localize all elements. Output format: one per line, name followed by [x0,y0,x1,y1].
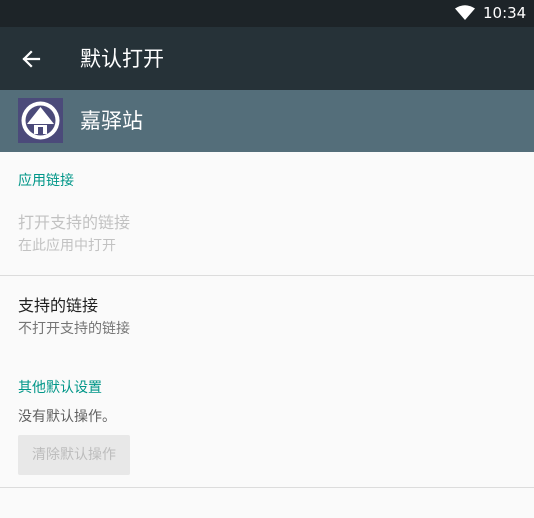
supported-links-summary: 不打开支持的链接 [18,321,130,337]
divider [0,275,534,276]
app-logo-icon [18,98,63,143]
arrow-left-icon [22,50,41,68]
open-supported-links-title: 打开支持的链接 [18,213,131,232]
status-clock: 10:34 [483,4,527,22]
other-defaults-section-title: 其他默认设置 [18,380,102,396]
wifi-icon [455,5,475,20]
app-links-section-title: 应用链接 [18,173,74,189]
back-button[interactable] [14,42,48,76]
status-bar: 10:34 [0,0,534,27]
divider [0,487,534,488]
supported-links-pref[interactable]: 支持的链接 不打开支持的链接 [0,284,534,348]
no-default-actions-text: 没有默认操作。 [18,409,116,425]
toolbar: 默认打开 [0,27,534,90]
clear-defaults-button[interactable]: 清除默认操作 [18,435,130,475]
supported-links-title: 支持的链接 [18,296,99,315]
app-header: 嘉驿站 [0,90,534,152]
open-supported-links-summary: 在此应用中打开 [18,238,116,254]
open-supported-links-pref[interactable]: 打开支持的链接 在此应用中打开 [0,200,534,274]
app-name: 嘉驿站 [80,109,143,133]
page-title: 默认打开 [80,47,164,71]
